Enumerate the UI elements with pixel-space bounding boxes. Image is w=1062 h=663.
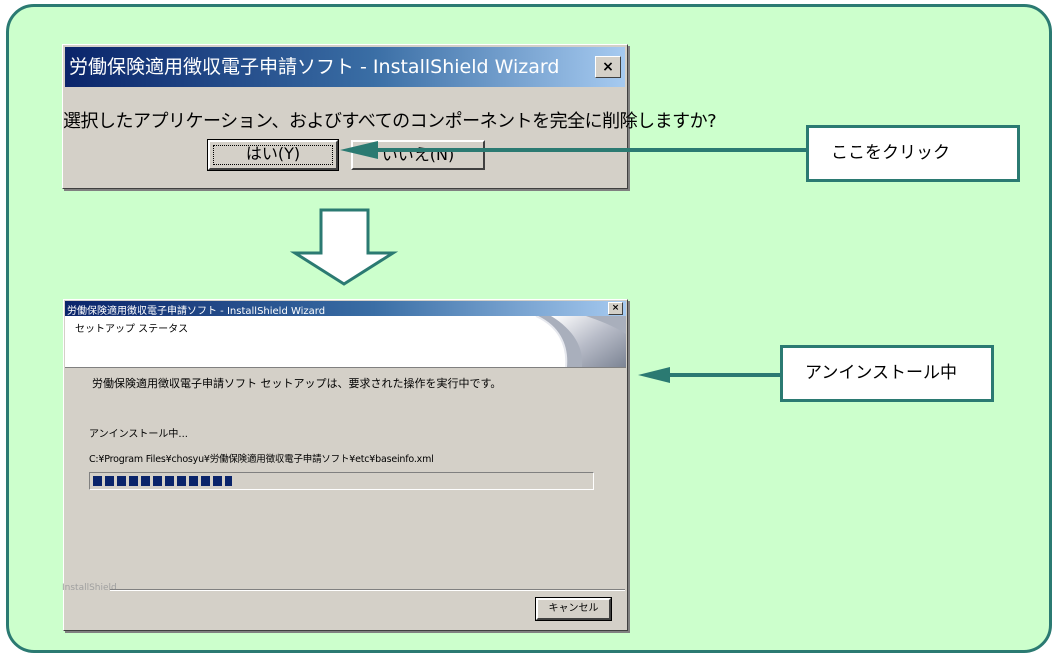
annotation-arrows [289, 141, 808, 383]
pointer-arrow-left-icon [340, 141, 808, 159]
pointer-arrow-left-icon [638, 367, 782, 383]
down-arrow-icon [289, 208, 399, 286]
uninstalling-callout: アンインストール中 [780, 345, 994, 402]
click-here-callout: ここをクリック [806, 125, 1020, 182]
